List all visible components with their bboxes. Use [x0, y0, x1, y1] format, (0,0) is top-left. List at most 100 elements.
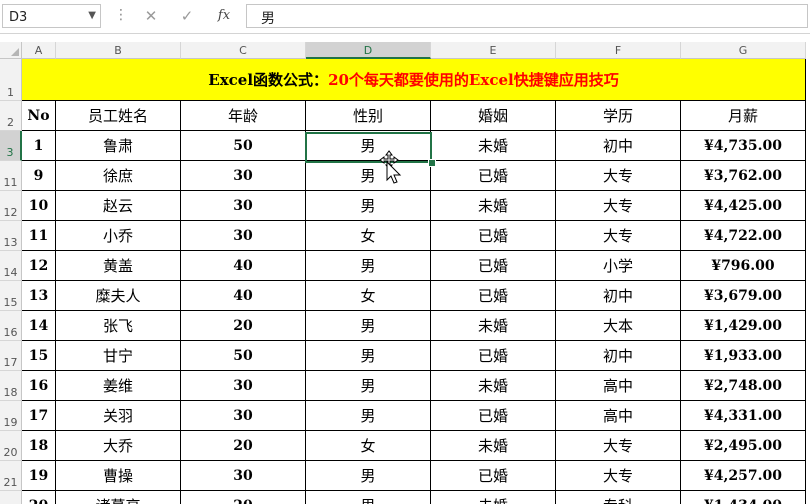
table-row-age-cell[interactable]: 30 [181, 461, 306, 491]
table-row-salary-cell[interactable]: ¥1,429.00 [681, 311, 806, 341]
row-header[interactable]: 14 [0, 251, 22, 281]
table-row-salary-cell[interactable]: ¥2,495.00 [681, 431, 806, 461]
row-header[interactable]: 12 [0, 191, 22, 221]
table-row-age-cell[interactable]: 30 [181, 371, 306, 401]
table-row-edu-cell[interactable]: 初中 [556, 131, 681, 161]
column-header-e[interactable]: E [431, 42, 556, 59]
table-row-name-cell[interactable]: 黄盖 [56, 251, 181, 281]
row-header[interactable]: 15 [0, 281, 22, 311]
more-options-icon[interactable]: ⋮ [114, 7, 128, 23]
table-row-marriage-cell[interactable]: 已婚 [431, 401, 556, 431]
table-row-gender-cell[interactable]: 男 [306, 401, 431, 431]
table-row-no-cell[interactable]: 16 [22, 371, 56, 401]
table-row-no-cell[interactable]: 18 [22, 431, 56, 461]
table-row-age-cell[interactable]: 20 [181, 491, 306, 504]
table-row-no-cell[interactable]: 12 [22, 251, 56, 281]
table-row-edu-cell[interactable]: 大专 [556, 161, 681, 191]
table-row-no-cell[interactable]: 14 [22, 311, 56, 341]
fill-handle[interactable] [428, 159, 436, 167]
row-header[interactable]: 22 [0, 491, 22, 504]
table-row-age-cell[interactable]: 50 [181, 341, 306, 371]
table-header-header-cell[interactable]: 月薪 [681, 101, 806, 131]
row-header[interactable]: 17 [0, 341, 22, 371]
table-row-gender-cell[interactable]: 男 [306, 161, 431, 191]
table-row-edu-cell[interactable]: 初中 [556, 281, 681, 311]
table-row-marriage-cell[interactable]: 已婚 [431, 461, 556, 491]
row-header[interactable]: 18 [0, 371, 22, 401]
table-row-no-cell[interactable]: 9 [22, 161, 56, 191]
table-row-edu-cell[interactable]: 高中 [556, 401, 681, 431]
table-row-marriage-cell[interactable]: 已婚 [431, 161, 556, 191]
table-row-age-cell[interactable]: 40 [181, 281, 306, 311]
table-row-no-cell[interactable]: 15 [22, 341, 56, 371]
table-row-age-cell[interactable]: 30 [181, 191, 306, 221]
table-header-header-cell[interactable]: 婚姻 [431, 101, 556, 131]
column-header-g[interactable]: G [681, 42, 806, 59]
table-header-header-cell[interactable]: 性别 [306, 101, 431, 131]
column-header-c[interactable]: C [181, 42, 306, 59]
table-row-no-cell[interactable]: 19 [22, 461, 56, 491]
table-row-marriage-cell[interactable]: 未婚 [431, 491, 556, 504]
table-row-salary-cell[interactable]: ¥1,933.00 [681, 341, 806, 371]
enter-icon[interactable]: ✓ [175, 5, 199, 27]
table-row-edu-cell[interactable]: 大专 [556, 461, 681, 491]
table-row-name-cell[interactable]: 鲁肃 [56, 131, 181, 161]
table-row-age-cell[interactable]: 40 [181, 251, 306, 281]
row-header[interactable]: 13 [0, 221, 22, 251]
table-row-marriage-cell[interactable]: 未婚 [431, 191, 556, 221]
insert-function-icon[interactable]: fx [212, 5, 236, 27]
column-header-f[interactable]: F [556, 42, 681, 59]
table-row-no-cell[interactable]: 1 [22, 131, 56, 161]
table-header-header-cell[interactable]: 员工姓名 [56, 101, 181, 131]
table-row-salary-cell[interactable]: ¥4,425.00 [681, 191, 806, 221]
table-row-salary-cell[interactable]: ¥4,735.00 [681, 131, 806, 161]
table-header-header-cell[interactable]: 年龄 [181, 101, 306, 131]
table-row-gender-cell[interactable]: 男 [306, 251, 431, 281]
table-row-edu-cell[interactable]: 大专 [556, 221, 681, 251]
table-row-edu-cell[interactable]: 大专 [556, 191, 681, 221]
table-row-salary-cell[interactable]: ¥2,748.00 [681, 371, 806, 401]
table-row-marriage-cell[interactable]: 未婚 [431, 371, 556, 401]
chevron-down-icon[interactable]: ▼ [88, 10, 96, 21]
table-row-no-cell[interactable]: 17 [22, 401, 56, 431]
select-all-corner[interactable] [0, 42, 22, 59]
table-row-age-cell[interactable]: 50 [181, 131, 306, 161]
table-row-salary-cell[interactable]: ¥1,434.00 [681, 491, 806, 504]
table-row-marriage-cell[interactable]: 未婚 [431, 431, 556, 461]
table-row-marriage-cell[interactable]: 已婚 [431, 281, 556, 311]
table-header-header-cell[interactable]: No [22, 101, 56, 131]
table-row-name-cell[interactable]: 糜夫人 [56, 281, 181, 311]
column-header-b[interactable]: B [56, 42, 181, 59]
table-row-age-cell[interactable]: 20 [181, 431, 306, 461]
formula-input[interactable]: 男 [246, 4, 808, 28]
row-header[interactable]: 2 [0, 101, 22, 131]
table-row-marriage-cell[interactable]: 未婚 [431, 311, 556, 341]
table-row-age-cell[interactable]: 30 [181, 221, 306, 251]
table-row-no-cell[interactable]: 13 [22, 281, 56, 311]
row-header[interactable]: 21 [0, 461, 22, 491]
row-header[interactable]: 19 [0, 401, 22, 431]
name-box[interactable]: D3 ▼ [2, 4, 101, 28]
cancel-icon[interactable]: ✕ [139, 5, 163, 27]
table-row-edu-cell[interactable]: 专科 [556, 491, 681, 504]
table-row-gender-cell[interactable]: 男 [306, 371, 431, 401]
table-header-header-cell[interactable]: 学历 [556, 101, 681, 131]
table-row-gender-cell[interactable]: 男 [306, 311, 431, 341]
table-row-salary-cell[interactable]: ¥796.00 [681, 251, 806, 281]
table-row-salary-cell[interactable]: ¥3,762.00 [681, 161, 806, 191]
table-row-marriage-cell[interactable]: 已婚 [431, 341, 556, 371]
table-row-name-cell[interactable]: 小乔 [56, 221, 181, 251]
table-row-name-cell[interactable]: 曹操 [56, 461, 181, 491]
table-row-no-cell[interactable]: 11 [22, 221, 56, 251]
table-row-edu-cell[interactable]: 高中 [556, 371, 681, 401]
table-row-name-cell[interactable]: 大乔 [56, 431, 181, 461]
table-row-marriage-cell[interactable]: 未婚 [431, 131, 556, 161]
column-header-a[interactable]: A [22, 42, 56, 59]
table-row-gender-cell[interactable]: 男 [306, 491, 431, 504]
table-row-name-cell[interactable]: 关羽 [56, 401, 181, 431]
title-cell[interactable]: Excel函数公式： 20个每天都要使用的Excel快捷键应用技巧 [22, 59, 806, 101]
row-header[interactable]: 1 [0, 59, 22, 101]
table-row-salary-cell[interactable]: ¥4,331.00 [681, 401, 806, 431]
table-row-name-cell[interactable]: 赵云 [56, 191, 181, 221]
table-row-edu-cell[interactable]: 小学 [556, 251, 681, 281]
